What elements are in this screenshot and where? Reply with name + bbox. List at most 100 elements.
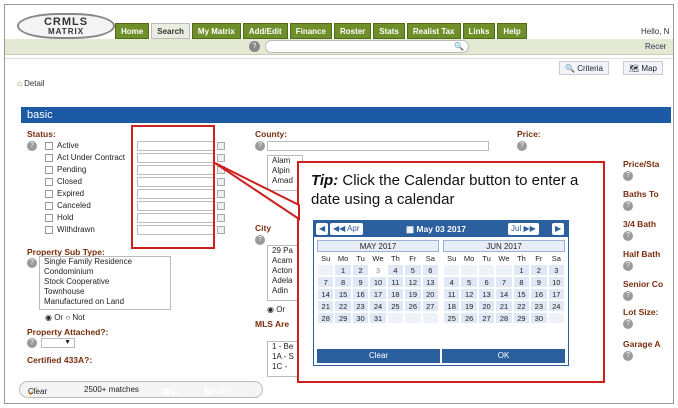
calendar-day[interactable]: 28	[495, 312, 513, 324]
help-icon[interactable]: ?	[623, 201, 633, 211]
breadcrumb[interactable]: ⌂ Detail	[17, 79, 45, 88]
nav-search[interactable]: Search	[151, 23, 190, 39]
calendar-day[interactable]: 26	[460, 312, 478, 324]
calendar-day[interactable]: 23	[351, 300, 370, 312]
help-icon[interactable]: ?	[623, 231, 633, 241]
calendar-day[interactable]: 27	[421, 300, 439, 312]
calendar-button[interactable]	[217, 202, 225, 210]
nav-links[interactable]: Links	[462, 23, 496, 39]
help-icon[interactable]: ?	[623, 291, 633, 301]
calendar-day[interactable]: 29	[334, 312, 352, 324]
list-item[interactable]: Manufactured on Land	[40, 297, 170, 307]
calendar-day[interactable]: 5	[404, 264, 422, 276]
search-icon[interactable]: 🔍	[454, 42, 464, 51]
prev-year-button[interactable]: ◀	[316, 223, 329, 235]
calendar-day[interactable]: 19	[404, 288, 422, 300]
calendar-day[interactable]: 14	[317, 288, 335, 300]
calendar-day[interactable]: 30	[530, 312, 548, 324]
calendar-day[interactable]: 6	[477, 276, 496, 288]
next-month-button[interactable]: Jul ▶▶	[508, 223, 539, 235]
calendar-day[interactable]: 24	[369, 300, 387, 312]
calendar-day[interactable]: 28	[317, 312, 335, 324]
calendar-day[interactable]: 4	[443, 276, 461, 288]
calendar-day[interactable]: 14	[495, 288, 513, 300]
calendar-day[interactable]: 3	[547, 264, 565, 276]
help-icon[interactable]: ?	[249, 41, 260, 52]
help-icon[interactable]: ?	[255, 141, 265, 151]
calendar-day[interactable]: 25	[386, 300, 405, 312]
recent-link[interactable]: Recer	[645, 42, 666, 51]
calendar-day[interactable]: 23	[530, 300, 548, 312]
help-icon[interactable]: ?	[623, 171, 633, 181]
calendar-day[interactable]: 22	[334, 300, 352, 312]
list-item[interactable]: Stock Cooperative	[40, 277, 170, 287]
detail-link[interactable]: Detail	[24, 79, 44, 88]
calendar-day[interactable]: 2	[351, 264, 370, 276]
calendar-day[interactable]: 21	[317, 300, 335, 312]
calendar-day[interactable]: 7	[317, 276, 335, 288]
nav-finance[interactable]: Finance	[289, 23, 332, 39]
calendar-day[interactable]: 2	[530, 264, 548, 276]
calendar-day[interactable]: 13	[477, 288, 496, 300]
calendar-day[interactable]: 31	[369, 312, 387, 324]
status-checkbox[interactable]	[45, 166, 53, 174]
map-button[interactable]: 🗺 Map	[623, 61, 663, 75]
calendar-button[interactable]	[217, 214, 225, 222]
calendar-button[interactable]	[217, 190, 225, 198]
help-icon[interactable]: ?	[517, 141, 527, 151]
calendar-day[interactable]: 29	[512, 312, 531, 324]
calendar-day[interactable]: 25	[443, 312, 461, 324]
status-checkbox[interactable]	[45, 178, 53, 186]
list-item[interactable]: Townhouse	[40, 287, 170, 297]
calendar-day[interactable]: 21	[495, 300, 513, 312]
calendar-day[interactable]: 15	[512, 288, 531, 300]
calendar-day[interactable]: 10	[369, 276, 387, 288]
calendar-day[interactable]: 8	[512, 276, 531, 288]
nav-home[interactable]: Home	[115, 23, 150, 39]
help-icon[interactable]: ?	[27, 141, 37, 151]
calendar-day[interactable]: 1	[512, 264, 531, 276]
calendar-day[interactable]: 11	[443, 288, 461, 300]
calendar-day[interactable]: 27	[477, 312, 496, 324]
status-checkbox[interactable]	[45, 214, 53, 222]
status-checkbox[interactable]	[45, 226, 53, 234]
help-icon[interactable]: ?	[623, 319, 633, 329]
calendar-day[interactable]: 17	[547, 288, 565, 300]
help-icon[interactable]: ?	[27, 258, 37, 268]
calendar-button[interactable]	[217, 178, 225, 186]
calendar-day[interactable]: 19	[460, 300, 478, 312]
nav-my-matrix[interactable]: My Matrix	[191, 23, 241, 39]
property-sub-type-list[interactable]: Single Family Residence Condominium Stock …	[39, 256, 171, 310]
status-checkbox[interactable]	[45, 154, 53, 162]
clear-button[interactable]: Clear	[317, 349, 440, 363]
status-checkbox[interactable]	[45, 190, 53, 198]
calendar-day[interactable]: 3	[369, 264, 387, 276]
city-or-radio[interactable]: ◉ Or	[267, 305, 285, 314]
calendar-day[interactable]: 16	[530, 288, 548, 300]
ok-button[interactable]: OK	[442, 349, 565, 363]
list-item[interactable]: Single Family Residence	[40, 257, 170, 267]
next-year-button[interactable]: ▶	[552, 223, 565, 235]
calendar-day[interactable]: 17	[369, 288, 387, 300]
calendar-day[interactable]: 12	[460, 288, 478, 300]
calendar-day[interactable]: 9	[351, 276, 370, 288]
calendar-day[interactable]: 12	[404, 276, 422, 288]
calendar-day[interactable]: 11	[386, 276, 405, 288]
calendar-day[interactable]: 5	[460, 276, 478, 288]
help-icon[interactable]: ?	[623, 351, 633, 361]
calendar-day[interactable]: 7	[495, 276, 513, 288]
calendar-day[interactable]: 1	[334, 264, 352, 276]
nav-realist-tax[interactable]: Realist Tax	[406, 23, 461, 39]
nav-add-edit[interactable]: Add/Edit	[242, 23, 288, 39]
calendar-day[interactable]: 20	[477, 300, 496, 312]
help-icon[interactable]: ?	[27, 338, 37, 348]
list-item[interactable]: Condominium	[40, 267, 170, 277]
property-attached-select[interactable]: ▼	[41, 338, 75, 348]
calendar-button[interactable]	[217, 142, 225, 150]
criteria-button[interactable]: 🔍 Criteria	[559, 61, 609, 75]
prev-month-button[interactable]: ◀◀ Apr	[330, 223, 363, 235]
quick-search-input[interactable]: 🔍	[265, 40, 469, 53]
calendar-day[interactable]: 18	[443, 300, 461, 312]
calendar-button[interactable]	[217, 154, 225, 162]
calendar-day[interactable]: 4	[386, 264, 405, 276]
